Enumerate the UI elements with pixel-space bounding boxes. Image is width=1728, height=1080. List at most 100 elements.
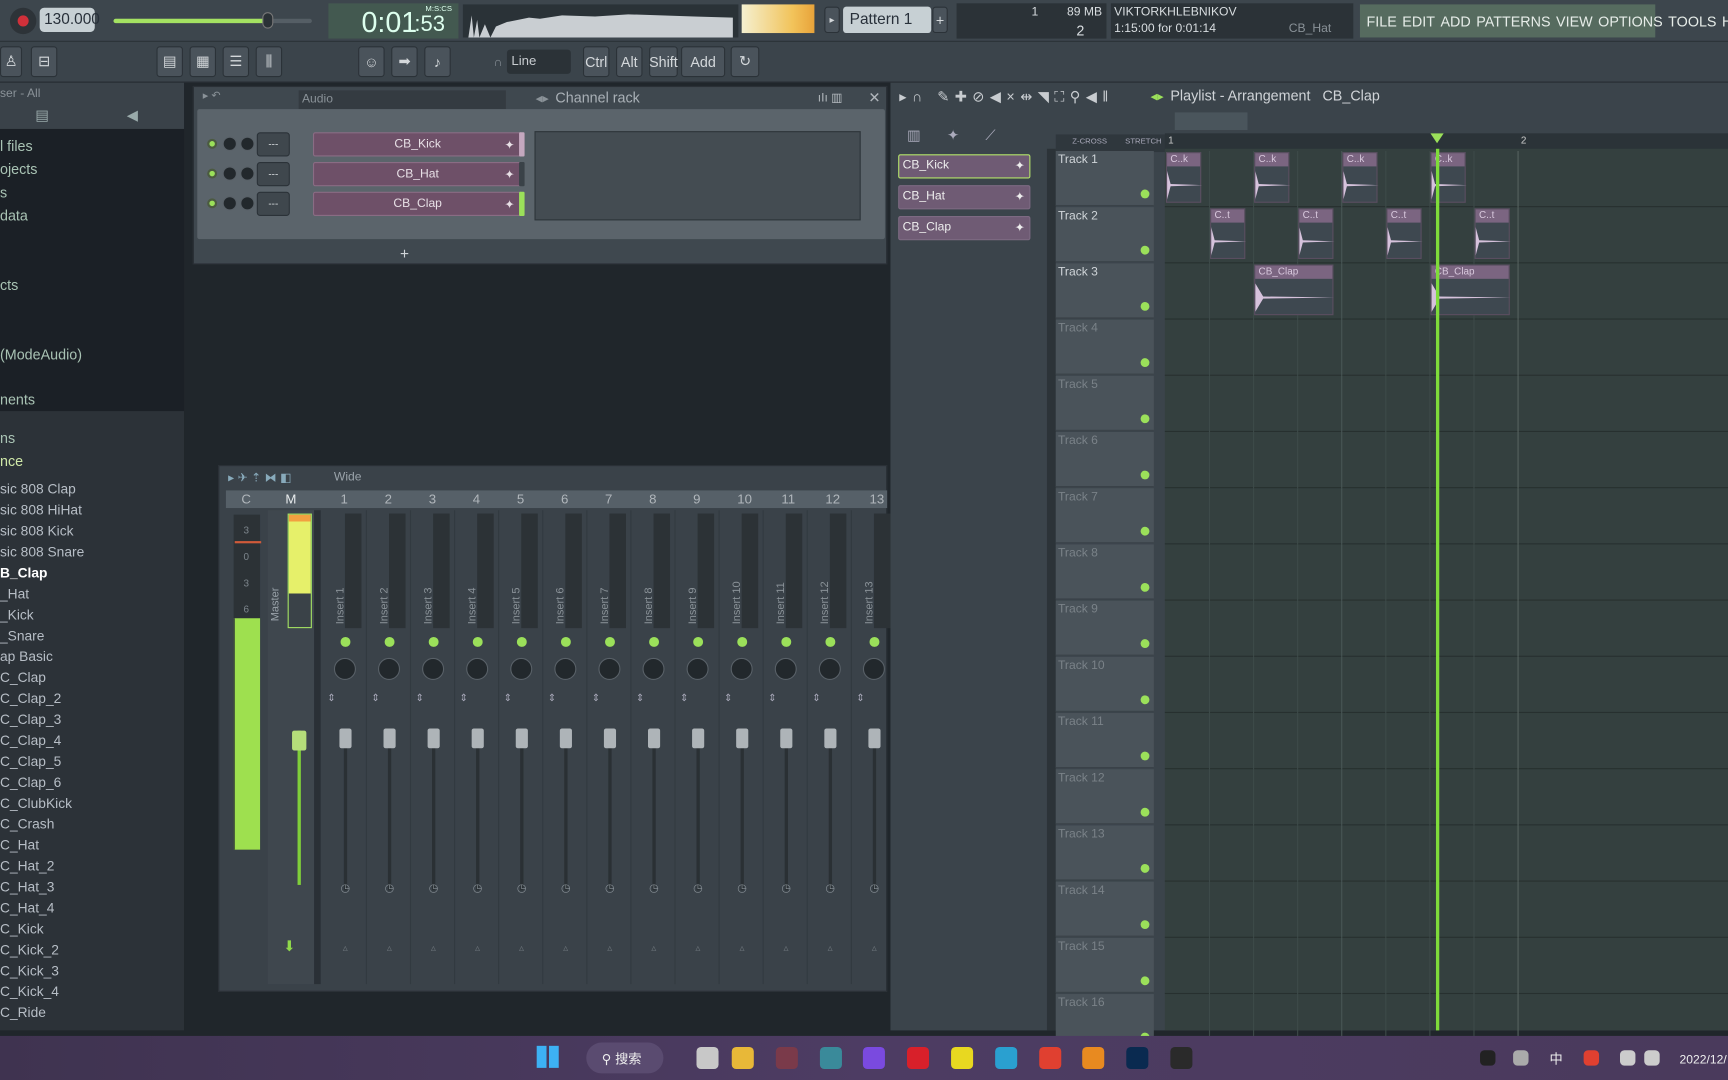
tray-ime[interactable]: 中	[1549, 1049, 1562, 1068]
channel-pan-knob[interactable]	[240, 136, 255, 151]
track-header[interactable]: Track 2	[1055, 207, 1154, 263]
channel-mute-toggle[interactable]	[207, 168, 218, 179]
pattern-selector[interactable]: Pattern 1	[843, 6, 932, 34]
add-channel-button[interactable]: +	[400, 245, 409, 263]
timeline-ruler[interactable]	[1164, 133, 1728, 150]
track-lane[interactable]	[1164, 431, 1728, 489]
browser-file[interactable]: ap Basic	[0, 649, 53, 664]
browser-file[interactable]: sic 808 Snare	[0, 544, 84, 559]
insert-pan-knob[interactable]	[377, 657, 401, 680]
browser-file[interactable]: C_Clap	[0, 670, 46, 685]
channel-name-button[interactable]: CB_Kick ✦	[312, 132, 523, 157]
channel-volume-knob[interactable]	[222, 166, 237, 181]
stereo-icon[interactable]: ⇕	[680, 692, 688, 704]
browser-file[interactable]: C_Clap_4	[0, 733, 61, 748]
route-arrow-icon[interactable]: ▵	[739, 942, 744, 954]
track-lane[interactable]	[1164, 881, 1728, 938]
insert-fader-handle[interactable]	[780, 728, 793, 749]
insert-fader[interactable]	[740, 736, 744, 891]
channel-row[interactable]: --- CB_Hat ✦	[207, 161, 868, 188]
insert-fader[interactable]	[387, 736, 392, 891]
insert-fx-icon[interactable]: ◷	[870, 883, 880, 895]
browser-file[interactable]: C_Hat_4	[0, 900, 54, 915]
track-enable-led[interactable]	[1140, 695, 1150, 705]
insert-fader-handle[interactable]	[692, 728, 705, 749]
browser-file[interactable]: B_Clap	[0, 565, 47, 580]
stereo-icon[interactable]: ⇕	[504, 692, 512, 704]
insert-fx-icon[interactable]: ◷	[341, 883, 351, 895]
folder-icon[interactable]	[731, 1046, 754, 1069]
insert-fader[interactable]	[828, 736, 833, 891]
channel-select-indicator[interactable]	[519, 161, 525, 187]
route-arrow-icon[interactable]: ▵	[563, 942, 568, 954]
insert-fader[interactable]	[872, 736, 877, 891]
track-enable-led[interactable]	[1140, 582, 1150, 592]
insert-enable-led[interactable]	[428, 636, 439, 647]
route-arrow-icon[interactable]: ▵	[431, 942, 436, 954]
mixer-view-icon[interactable]: ⫼	[255, 46, 283, 78]
insert-enable-led[interactable]	[869, 636, 880, 647]
track-header[interactable]: Track 3	[1055, 263, 1154, 319]
track-lane[interactable]	[1164, 713, 1728, 770]
song-time-display[interactable]: 0:01 :53 M:S:CS	[328, 3, 459, 39]
browser-file[interactable]: C_Clap_2	[0, 691, 61, 706]
channel-volume-knob[interactable]	[222, 136, 237, 151]
channel-row[interactable]: --- CB_Clap ✦	[207, 191, 868, 218]
insert-pan-knob[interactable]	[333, 657, 356, 680]
browser-file[interactable]: C_Crash	[0, 817, 54, 832]
insert-enable-led[interactable]	[516, 636, 527, 647]
mixer-preset[interactable]: Wide	[334, 471, 362, 484]
browser-file[interactable]: C_Kick_3	[0, 963, 59, 978]
insert-enable-led[interactable]	[825, 636, 836, 647]
insert-pan-knob[interactable]	[422, 657, 445, 680]
menu-edit[interactable]: EDIT	[1402, 13, 1435, 30]
route-arrow-icon[interactable]: ▵	[607, 942, 612, 954]
cube-app-icon[interactable]	[862, 1046, 885, 1069]
menu-options[interactable]: OPTIONS	[1598, 13, 1662, 30]
insert-fader[interactable]	[564, 736, 568, 891]
browser-folder[interactable]: cts	[0, 277, 18, 294]
browser-file[interactable]: C_Clap_5	[0, 754, 61, 769]
route-arrow-icon[interactable]: ▵	[475, 942, 480, 954]
stereo-icon[interactable]: ⇕	[724, 692, 732, 704]
menu-patterns[interactable]: PATTERNS	[1476, 13, 1550, 30]
menu-file[interactable]: FILE	[1367, 13, 1397, 30]
browser-file[interactable]: C_Kick_4	[0, 984, 59, 999]
clip-source-cb_kick[interactable]: CB_Kick ✦	[898, 154, 1031, 179]
windows-start-icon[interactable]	[536, 1045, 559, 1068]
insert-fader-handle[interactable]	[603, 728, 617, 749]
track-lane[interactable]	[1164, 488, 1728, 545]
menu-add[interactable]: ADD	[1440, 13, 1470, 30]
insert-enable-led[interactable]	[472, 636, 483, 647]
route-arrow-icon[interactable]: ▵	[872, 942, 877, 954]
mixer-insert[interactable]: Insert 4 ⇕ ◷ ▵	[455, 510, 500, 985]
route-arrow-icon[interactable]: ▵	[343, 942, 348, 954]
plugin-icon[interactable]: ♪	[424, 46, 451, 78]
browser-file[interactable]: C_Clap_6	[0, 775, 61, 790]
channel-volume-knob[interactable]	[222, 196, 237, 211]
insert-enable-led[interactable]	[340, 636, 351, 647]
insert-fx-icon[interactable]: ◷	[429, 883, 439, 895]
track-header[interactable]: Track 12	[1055, 769, 1154, 825]
track-enable-led[interactable]	[1140, 189, 1150, 199]
browser-folder[interactable]: l files	[0, 138, 33, 155]
sogou-icon[interactable]	[1583, 1050, 1600, 1066]
clip-source-cb_clap[interactable]: CB_Clap ✦	[898, 215, 1031, 241]
browser-folder[interactable]: s	[0, 184, 7, 201]
track-lane[interactable]	[1164, 769, 1728, 826]
channel-name-button[interactable]: CB_Hat ✦	[312, 161, 523, 187]
music-app-icon[interactable]	[951, 1046, 974, 1069]
channel-pan-knob[interactable]	[240, 166, 255, 181]
mixer-insert[interactable]: Insert 7 ⇕ ◷ ▵	[587, 510, 632, 985]
channel-rack-view-icon[interactable]: ☰	[222, 46, 250, 78]
stereo-icon[interactable]: ⇕	[327, 692, 335, 704]
track-header[interactable]: Track 5	[1055, 375, 1154, 431]
browser-file[interactable]: C_Hat	[0, 838, 39, 853]
playlist-view-icon[interactable]: ▤	[156, 46, 183, 78]
track-lane[interactable]	[1164, 375, 1728, 432]
route-arrow-icon[interactable]: ▵	[828, 942, 833, 954]
track-enable-led[interactable]	[1140, 976, 1150, 986]
master-fader[interactable]	[292, 730, 307, 885]
menu-help[interactable]: HELP	[1722, 13, 1728, 30]
qq-icon[interactable]	[1480, 1050, 1496, 1066]
